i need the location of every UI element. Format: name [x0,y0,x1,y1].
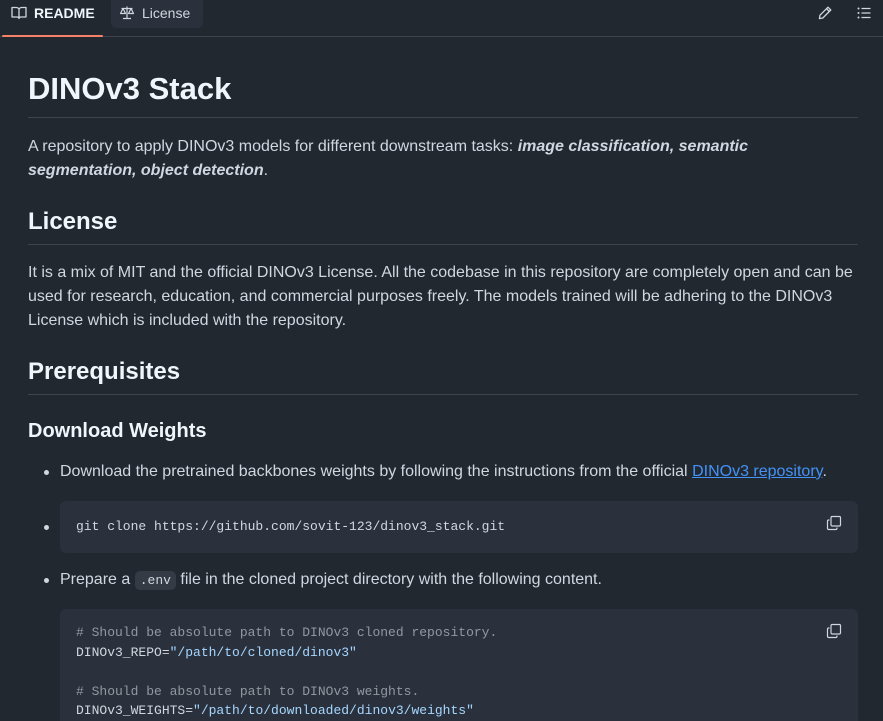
outline-button[interactable] [852,4,876,22]
tab-readme[interactable]: README [2,0,103,37]
clone-command: git clone https://github.com/sovit-123/d… [76,519,506,534]
intro-paragraph: A repository to apply DINOv3 models for … [28,138,749,179]
clone-code-block: git clone https://github.com/sovit-123/d… [44,501,858,553]
list-item: Prepare a .env file in the cloned projec… [44,568,858,593]
env-comment-1: # Should be absolute path to DINOv3 clon… [76,625,498,640]
bullet-dot [44,578,49,583]
license-paragraph: It is a mix of MIT and the official DINO… [28,264,853,329]
license-heading: License [28,208,858,245]
tab-readme-label: README [34,5,95,21]
env-line-2: DINOv3_WEIGHTS="/path/to/downloaded/dino… [76,703,474,718]
tab-license[interactable]: License [111,0,203,28]
pencil-icon [818,6,832,20]
env-blank-line [76,662,842,682]
bullet-dot [44,470,49,475]
list-icon [857,7,871,19]
copy-icon[interactable] [826,515,842,531]
book-icon [11,6,27,20]
readme-panel: README License DINOv3 Stack A repository… [0,0,883,721]
scale-icon [119,6,135,20]
bullet-dot [44,525,49,530]
env-line-1: DINOv3_REPO="/path/to/cloned/dinov3" [76,644,357,660]
edit-button[interactable] [813,4,837,22]
tab-bar: README License [0,0,883,37]
copy-icon[interactable] [826,623,842,639]
list-item: Download the pretrained backbones weight… [44,460,858,484]
page-title: DINOv3 Stack [28,71,858,118]
inline-code-env: .env [134,571,176,590]
dinov3-repository-link[interactable]: DINOv3 repository [692,463,822,480]
tab-license-label: License [142,5,191,21]
prerequisites-heading: Prerequisites [28,358,858,395]
download-weights-heading: Download Weights [28,420,207,442]
env-comment-2: # Should be absolute path to DINOv3 weig… [76,683,420,699]
env-code-block: # Should be absolute path to DINOv3 clon… [60,609,858,721]
